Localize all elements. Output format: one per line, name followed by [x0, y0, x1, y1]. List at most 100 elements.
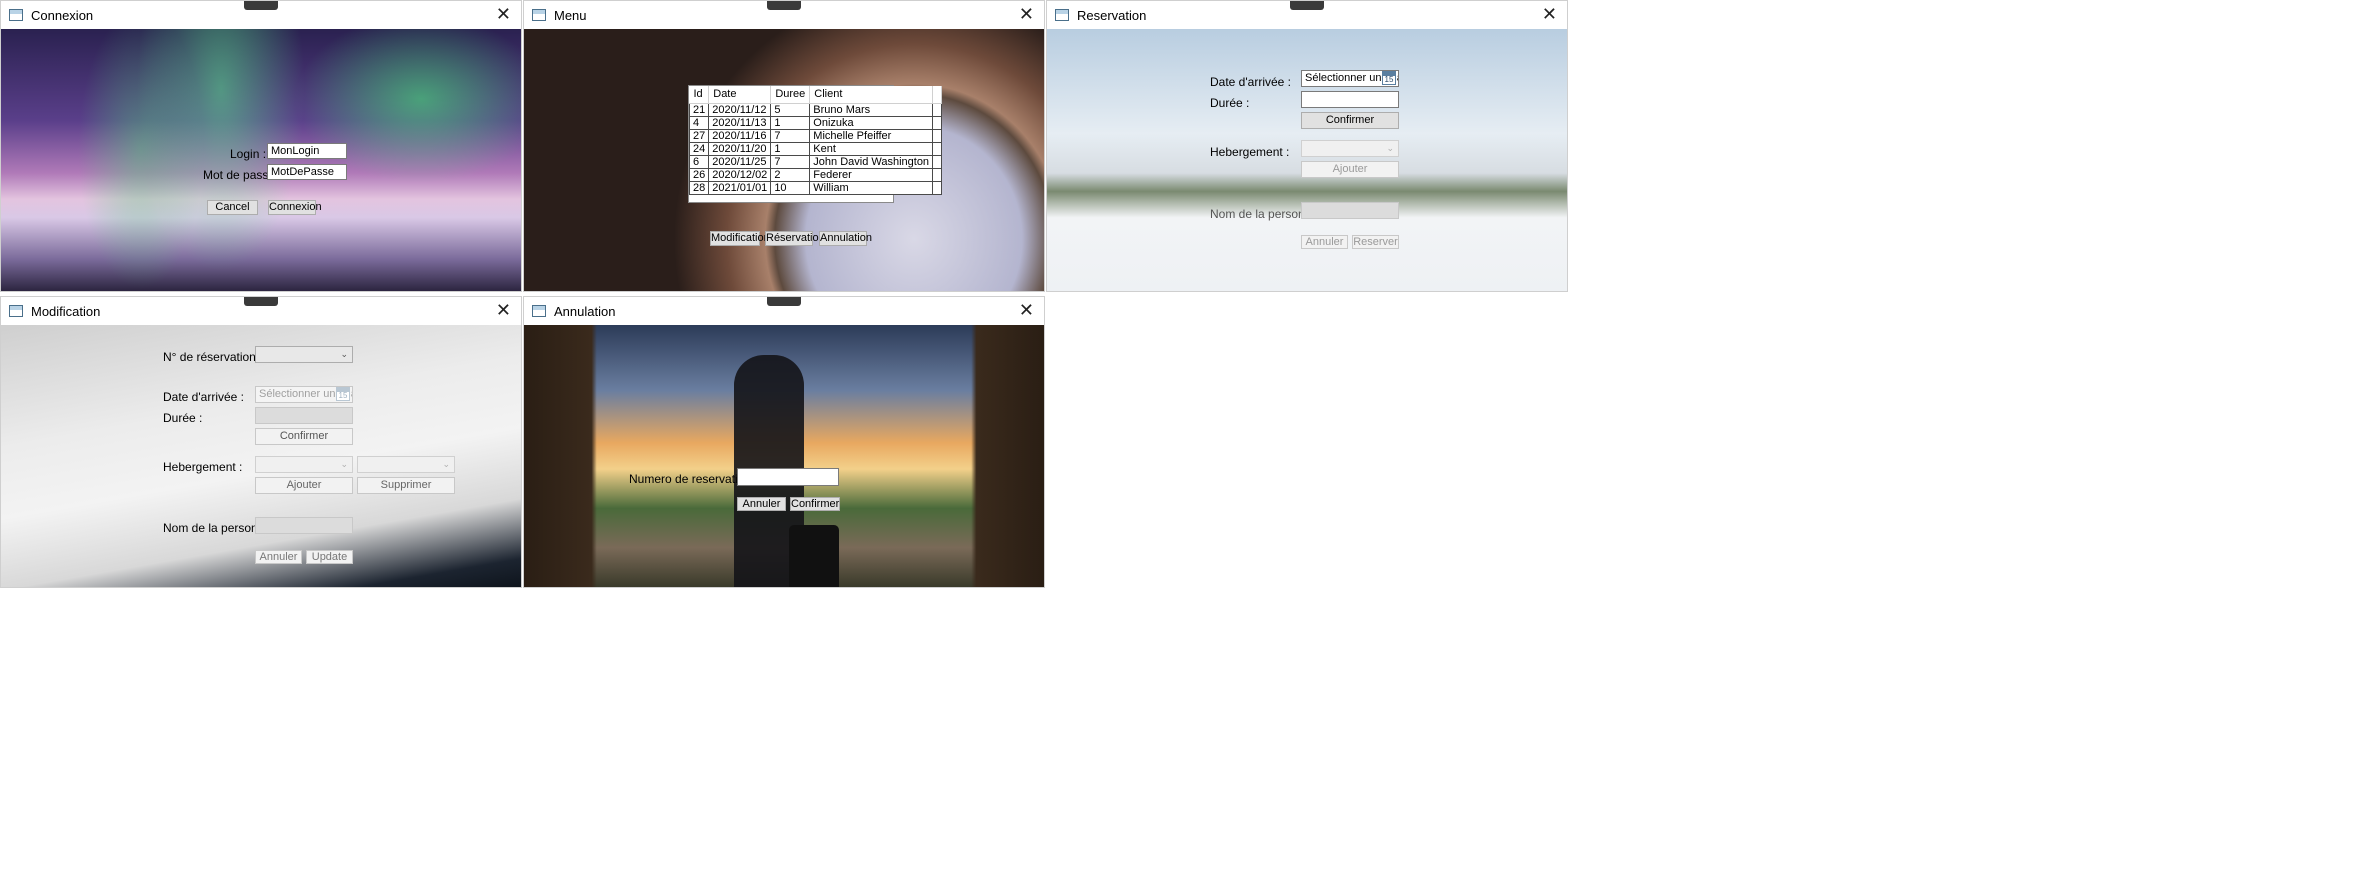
- cell-client[interactable]: John David Washington: [809, 154, 934, 169]
- cell-duree[interactable]: 10: [770, 180, 811, 195]
- menu-window: Menu ✕ Id Date Duree Client 21 2020/11/12…: [523, 0, 1045, 292]
- cell-empty[interactable]: [932, 154, 943, 169]
- hebergement-select[interactable]: ⌄: [255, 456, 353, 473]
- ajouter-button[interactable]: Ajouter: [1301, 161, 1399, 178]
- cell-empty[interactable]: [932, 128, 943, 143]
- table-row[interactable]: 4 2020/11/13 1 Onizuka: [688, 115, 943, 130]
- confirm-button[interactable]: Confirmer: [255, 428, 353, 445]
- hebergement-select[interactable]: ⌄: [1301, 140, 1399, 157]
- cell-id[interactable]: 6: [688, 154, 710, 169]
- annuler-button[interactable]: Annuler: [255, 550, 302, 564]
- duration-input[interactable]: [1301, 91, 1399, 108]
- calendar-icon[interactable]: 15: [336, 387, 350, 401]
- drag-handle-icon[interactable]: [767, 1, 801, 10]
- person-name-input[interactable]: [255, 517, 353, 534]
- cell-empty[interactable]: [932, 141, 943, 156]
- cell-date[interactable]: 2020/12/02: [708, 167, 772, 182]
- cell-id[interactable]: 21: [688, 102, 710, 117]
- update-button[interactable]: Update: [306, 550, 353, 564]
- annulation-titlebar[interactable]: Annulation ✕: [524, 297, 1044, 325]
- cell-client[interactable]: William: [809, 180, 934, 195]
- cell-client[interactable]: Michelle Pfeiffer: [809, 128, 934, 143]
- drag-handle-icon[interactable]: [1290, 1, 1324, 10]
- chevron-down-icon: ⌄: [442, 459, 450, 469]
- modification-titlebar[interactable]: Modification ✕: [1, 297, 521, 325]
- supprimer-button[interactable]: Supprimer: [357, 477, 455, 494]
- close-icon[interactable]: ✕: [1019, 4, 1034, 24]
- password-input[interactable]: MotDePasse: [267, 164, 347, 180]
- reservations-grid[interactable]: Id Date Duree Client 21 2020/11/12 5 Bruno …: [688, 85, 943, 203]
- close-icon[interactable]: ✕: [1542, 4, 1557, 24]
- reservation-titlebar[interactable]: Reservation ✕: [1047, 1, 1567, 29]
- drag-handle-icon[interactable]: [767, 297, 801, 306]
- cell-client[interactable]: Kent: [809, 141, 934, 156]
- ajouter-button[interactable]: Ajouter: [255, 477, 353, 494]
- resa-id-input[interactable]: [737, 468, 839, 486]
- table-row[interactable]: 24 2020/11/20 1 Kent: [688, 141, 943, 156]
- cell-empty[interactable]: [932, 102, 943, 117]
- window-title: Connexion: [31, 7, 94, 23]
- arrival-date-picker[interactable]: Sélectionner une date 15: [255, 386, 353, 403]
- cell-id[interactable]: 28: [688, 180, 710, 195]
- table-row[interactable]: 6 2020/11/25 7 John David Washington: [688, 154, 943, 169]
- modification-button[interactable]: Modification: [710, 231, 770, 246]
- cell-duree[interactable]: 1: [770, 115, 811, 130]
- table-row[interactable]: 28 2021/01/01 10 William: [688, 180, 943, 195]
- window-icon: [532, 9, 546, 21]
- cell-date[interactable]: 2021/01/01: [708, 180, 772, 195]
- calendar-icon[interactable]: 15: [1382, 71, 1396, 85]
- cell-duree[interactable]: 2: [770, 167, 811, 182]
- arrival-date-picker[interactable]: Sélectionner une date 15: [1301, 70, 1399, 87]
- reserver-button[interactable]: Reserver: [1352, 235, 1399, 249]
- cell-id[interactable]: 24: [688, 141, 710, 156]
- cell-client[interactable]: Onizuka: [809, 115, 934, 130]
- cell-date[interactable]: 2020/11/16: [708, 128, 772, 143]
- drag-handle-icon[interactable]: [244, 1, 278, 10]
- column-header-client[interactable]: Client: [809, 86, 934, 104]
- connexion-window: Connexion ✕ Login : MonLogin Mot de pass…: [0, 0, 522, 292]
- annulation-button[interactable]: Annulation: [819, 231, 872, 246]
- cell-id[interactable]: 27: [688, 128, 710, 143]
- person-name-input[interactable]: [1301, 202, 1399, 219]
- table-row[interactable]: 21 2020/11/12 5 Bruno Mars: [688, 102, 943, 117]
- connexion-button[interactable]: Connexion: [268, 200, 322, 215]
- close-icon[interactable]: ✕: [496, 4, 511, 24]
- cancel-button[interactable]: Cancel: [207, 200, 258, 215]
- drag-handle-icon[interactable]: [244, 297, 278, 306]
- cell-date[interactable]: 2020/11/12: [708, 102, 772, 117]
- cell-empty[interactable]: [932, 167, 943, 182]
- cell-date[interactable]: 2020/11/20: [708, 141, 772, 156]
- menu-titlebar[interactable]: Menu ✕: [524, 1, 1044, 29]
- table-row[interactable]: 26 2020/12/02 2 Federer: [688, 167, 943, 182]
- column-header-id[interactable]: Id: [689, 86, 710, 104]
- hebergement-list-select[interactable]: ⌄: [357, 456, 455, 473]
- column-header-duree[interactable]: Duree: [770, 86, 811, 104]
- confirm-button[interactable]: Confirmer: [1301, 112, 1399, 129]
- duration-input[interactable]: [255, 407, 353, 424]
- cell-duree[interactable]: 7: [770, 128, 811, 143]
- cell-client[interactable]: Bruno Mars: [809, 102, 934, 117]
- close-icon[interactable]: ✕: [1019, 300, 1034, 320]
- annulation-background: Numero de reservation (ID) : Annuler Con…: [524, 325, 1044, 587]
- connexion-titlebar[interactable]: Connexion ✕: [1, 1, 521, 29]
- column-header-date[interactable]: Date: [708, 86, 772, 104]
- cell-duree[interactable]: 7: [770, 154, 811, 169]
- table-row[interactable]: 27 2020/11/16 7 Michelle Pfeiffer: [688, 128, 943, 143]
- resa-number-select[interactable]: ⌄: [255, 346, 353, 363]
- annuler-button[interactable]: Annuler: [1301, 235, 1348, 249]
- cell-empty[interactable]: [932, 180, 943, 195]
- cell-client[interactable]: Federer: [809, 167, 934, 182]
- close-icon[interactable]: ✕: [496, 300, 511, 320]
- cell-duree[interactable]: 1: [770, 141, 811, 156]
- cell-duree[interactable]: 5: [770, 102, 811, 117]
- cell-empty[interactable]: [932, 115, 943, 130]
- confirmer-button[interactable]: Confirmer: [790, 497, 840, 511]
- cell-date[interactable]: 2020/11/13: [708, 115, 772, 130]
- resa-number-label: N° de réservation :: [163, 350, 263, 364]
- cell-id[interactable]: 26: [688, 167, 710, 182]
- cell-id[interactable]: 4: [688, 115, 710, 130]
- reservation-button[interactable]: Réservation: [765, 231, 825, 246]
- annuler-button[interactable]: Annuler: [737, 497, 786, 511]
- login-input[interactable]: MonLogin: [267, 143, 347, 159]
- cell-date[interactable]: 2020/11/25: [708, 154, 772, 169]
